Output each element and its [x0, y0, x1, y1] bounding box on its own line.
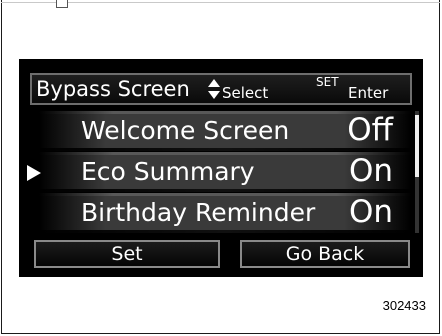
menu-item-birthday-reminder[interactable]: Birthday Reminder On	[39, 193, 411, 233]
set-button[interactable]: Set	[34, 240, 220, 268]
display-screen: Bypass Screen Select SET Enter Welcome S…	[19, 59, 423, 277]
menu-item-value: Off	[347, 112, 393, 148]
cursor-arrow-icon	[27, 165, 41, 181]
enter-hint: Enter	[348, 84, 389, 102]
select-hint: Select	[222, 84, 269, 102]
figure-reference-number: 302433	[382, 298, 426, 313]
menu-item-value: On	[348, 153, 393, 189]
menu-item-eco-summary[interactable]: Eco Summary On	[27, 152, 411, 192]
menu-item-value: On	[348, 194, 393, 230]
screen-header: Bypass Screen Select SET Enter	[30, 73, 412, 105]
go-back-button[interactable]: Go Back	[240, 240, 410, 268]
scrollbar[interactable]	[415, 111, 419, 233]
menu-item-label: Eco Summary	[81, 157, 255, 186]
up-down-arrows-icon	[208, 79, 220, 99]
scroll-thumb[interactable]	[415, 115, 419, 177]
manual-icon	[56, 0, 68, 8]
screen-title: Bypass Screen	[36, 77, 190, 101]
menu-item-label: Birthday Reminder	[81, 198, 316, 227]
menu-item-welcome-screen[interactable]: Welcome Screen Off	[39, 111, 411, 151]
menu-item-label: Welcome Screen	[81, 116, 290, 145]
set-hint: SET	[316, 75, 339, 89]
